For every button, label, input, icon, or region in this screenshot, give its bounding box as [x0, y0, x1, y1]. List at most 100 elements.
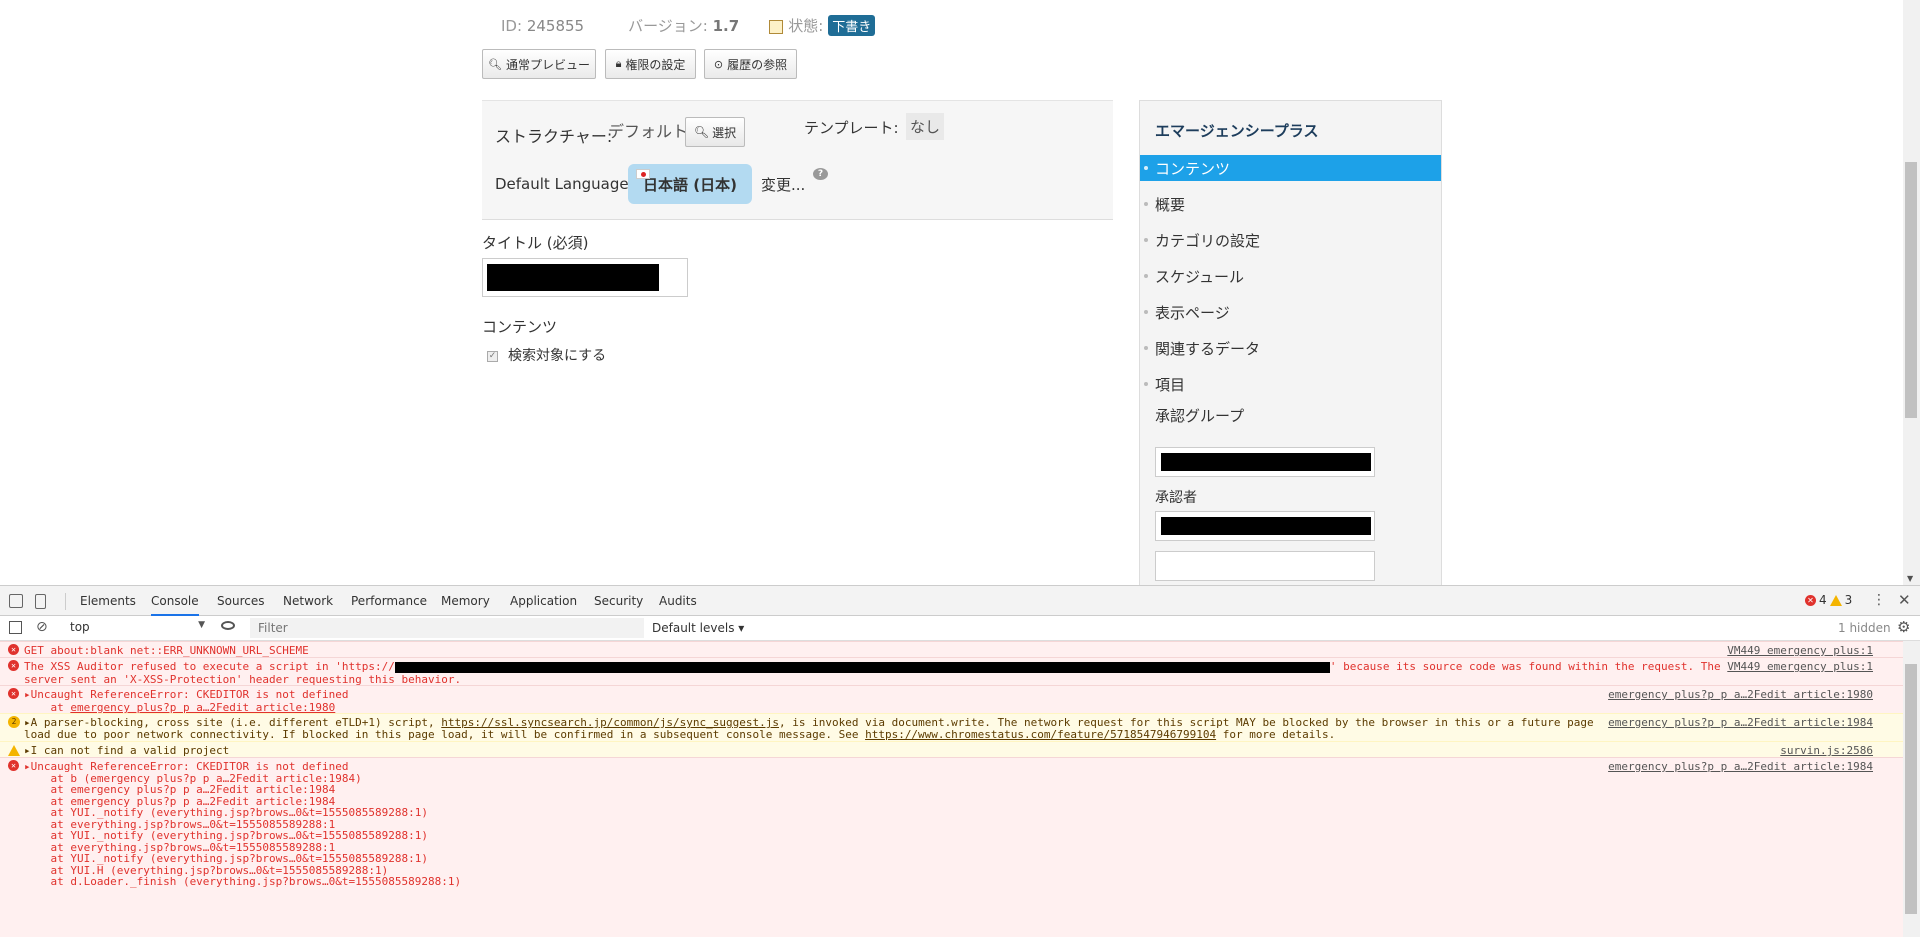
- redacted-block: [1161, 453, 1371, 471]
- error-icon: ✕: [8, 644, 19, 655]
- hidden-count: 1 hidden: [1838, 621, 1891, 635]
- redacted-block: [487, 264, 659, 291]
- language-value: 日本語 (日本): [643, 175, 737, 194]
- sidebar-toggle-icon[interactable]: [9, 621, 22, 634]
- source-link[interactable]: survin.js:2586: [1780, 744, 1873, 757]
- sidebar-item-label: カテゴリの設定: [1155, 231, 1261, 250]
- source-link[interactable]: VM449 emergency plus:1: [1727, 660, 1873, 673]
- device-toolbar-icon[interactable]: [35, 594, 46, 609]
- tab-security[interactable]: Security: [594, 586, 643, 616]
- page-scrollbar-thumb[interactable]: [1905, 162, 1917, 418]
- message-text: The XSS Auditor refused to execute a scr…: [24, 660, 1721, 673]
- sidebar-item-related-data[interactable]: 関連するデータ: [1140, 335, 1441, 361]
- console-warning: ▸I can not find a valid project survin.j…: [0, 741, 1903, 757]
- devtools-panel: Elements Console Sources Network Perform…: [0, 585, 1920, 937]
- inspect-element-icon[interactable]: [9, 594, 23, 608]
- sidebar-item-label: 概要: [1155, 195, 1186, 214]
- console-warning: 2 ▸A parser-blocking, cross site (i.e. d…: [0, 713, 1903, 741]
- page-scrollbar[interactable]: ▼: [1903, 0, 1920, 585]
- console-message: ✕ ▸Uncaught ReferenceError: CKEDITOR is …: [0, 685, 1903, 714]
- id-value: 245855: [526, 16, 585, 35]
- console-message: ✕ GET about:blank net::ERR_UNKNOWN_URL_S…: [0, 641, 1903, 657]
- version-label: バージョン:: [628, 17, 708, 35]
- console-toolbar: ⊘ top ▼ Default levels ▾ 1 hidden ⚙: [0, 616, 1920, 641]
- sidebar-item-categories[interactable]: カテゴリの設定: [1140, 227, 1441, 253]
- structure-select-button[interactable]: 🔍︎ 選択: [685, 117, 745, 147]
- approver-label: 承認者: [1155, 490, 1197, 506]
- permissions-button[interactable]: 🔒︎ 権限の設定: [605, 49, 696, 79]
- status-label: 状態:: [788, 17, 824, 35]
- devtools-tabbar: Elements Console Sources Network Perform…: [0, 586, 1920, 616]
- issue-counts[interactable]: ✕ 4 3: [1805, 593, 1852, 607]
- tab-performance[interactable]: Performance: [351, 586, 427, 616]
- approval-group-select[interactable]: [1155, 447, 1375, 477]
- default-language-pill[interactable]: 日本語 (日本): [628, 164, 752, 204]
- approver-input-empty[interactable]: [1155, 551, 1375, 581]
- tab-application[interactable]: Application: [510, 586, 577, 616]
- title-input[interactable]: [482, 258, 688, 297]
- message-text: GET about:blank net::ERR_UNKNOWN_URL_SCH…: [24, 644, 309, 657]
- sidebar-item-label: 表示ページ: [1155, 303, 1230, 322]
- sidebar-item-label: コンテンツ: [1155, 159, 1231, 178]
- template-value: なし: [906, 113, 945, 140]
- tab-elements[interactable]: Elements: [80, 586, 136, 616]
- tab-network[interactable]: Network: [283, 586, 333, 616]
- history-button[interactable]: ⊙ 履歴の参照: [704, 49, 797, 79]
- chromestatus-link[interactable]: https://www.chromestatus.com/feature/571…: [865, 728, 1216, 741]
- divider: [65, 593, 66, 610]
- error-icon: ✕: [8, 760, 19, 771]
- version-value: 1.7: [712, 16, 740, 35]
- eye-icon[interactable]: [221, 621, 235, 630]
- more-options-icon[interactable]: ⋮: [1872, 592, 1886, 608]
- scroll-down-arrow-icon[interactable]: ▼: [1907, 574, 1913, 583]
- id-label: ID:: [501, 16, 523, 35]
- redacted-block: [394, 661, 1330, 673]
- message-text[interactable]: ▸I can not find a valid project: [24, 744, 229, 757]
- template-label: テンプレート:: [804, 119, 899, 137]
- sidebar-item-display-pages[interactable]: 表示ページ: [1140, 299, 1441, 325]
- source-link[interactable]: emergency plus?p p a…2Fedit article:1984: [1608, 716, 1873, 729]
- history-button-label: 履歴の参照: [727, 57, 788, 72]
- status-badge: 下書き: [828, 15, 876, 36]
- sidebar-item-summary[interactable]: 概要: [1140, 191, 1441, 217]
- source-link[interactable]: VM449 emergency plus:1: [1727, 644, 1873, 657]
- message-part: ' because its source code was found with…: [1329, 660, 1721, 673]
- close-icon[interactable]: ✕: [1898, 591, 1911, 609]
- preview-button-label: 通常プレビュー: [505, 57, 590, 72]
- console-messages: ✕ GET about:blank net::ERR_UNKNOWN_URL_S…: [0, 641, 1903, 937]
- approver-select[interactable]: [1155, 511, 1375, 541]
- sidebar-title: エマージェンシープラス: [1155, 122, 1319, 140]
- context-select[interactable]: top ▼: [70, 620, 205, 637]
- log-levels-dropdown[interactable]: Default levels ▾: [652, 621, 744, 635]
- filter-input[interactable]: [250, 618, 644, 638]
- message-part: load due to poor network connectivity. I…: [24, 728, 866, 741]
- stack-line[interactable]: at d.Loader._finish (everything.jsp?brow…: [24, 875, 461, 888]
- tab-sources[interactable]: Sources: [217, 586, 264, 616]
- change-language-link[interactable]: 変更...: [761, 174, 805, 195]
- context-value: top: [70, 620, 90, 634]
- sidebar-item-label: 項目: [1155, 375, 1186, 394]
- clear-console-icon[interactable]: ⊘: [36, 619, 48, 635]
- error-count: 4: [1819, 593, 1827, 607]
- article-sidebar: エマージェンシープラス コンテンツ 概要 カテゴリの設定 スケジュール 表示ペー…: [1139, 100, 1442, 585]
- tab-audits[interactable]: Audits: [659, 586, 697, 616]
- sidebar-item-fields[interactable]: 項目: [1140, 371, 1441, 397]
- console-scrollbar-thumb[interactable]: [1905, 664, 1917, 914]
- searchable-checkbox[interactable]: ✓: [487, 351, 498, 362]
- warning-count-badge: 2: [8, 716, 20, 728]
- preview-button[interactable]: 🔍︎ 通常プレビュー: [482, 49, 596, 79]
- message-text[interactable]: ▸Uncaught ReferenceError: CKEDITOR is no…: [24, 688, 349, 701]
- help-icon[interactable]: ?: [813, 168, 828, 180]
- source-link[interactable]: emergency plus?p p a…2Fedit article:1980: [1608, 688, 1873, 701]
- search-icon: 🔍︎: [693, 125, 710, 139]
- console-scrollbar[interactable]: [1903, 641, 1920, 937]
- tab-memory[interactable]: Memory: [441, 586, 490, 616]
- cms-edit-page: ID: 245855 バージョン: 1.7 状態: 下書き 🔍︎ 通常プレビュー…: [0, 0, 1920, 585]
- gear-icon[interactable]: ⚙: [1897, 618, 1910, 636]
- sidebar-item-schedule[interactable]: スケジュール: [1140, 263, 1441, 289]
- tab-console[interactable]: Console: [151, 586, 199, 616]
- content-field-label: コンテンツ: [482, 318, 558, 336]
- sidebar-item-content[interactable]: コンテンツ: [1140, 155, 1441, 181]
- structure-value: デフォルト: [608, 122, 689, 141]
- source-link[interactable]: emergency plus?p p a…2Fedit article:1984: [1608, 760, 1873, 773]
